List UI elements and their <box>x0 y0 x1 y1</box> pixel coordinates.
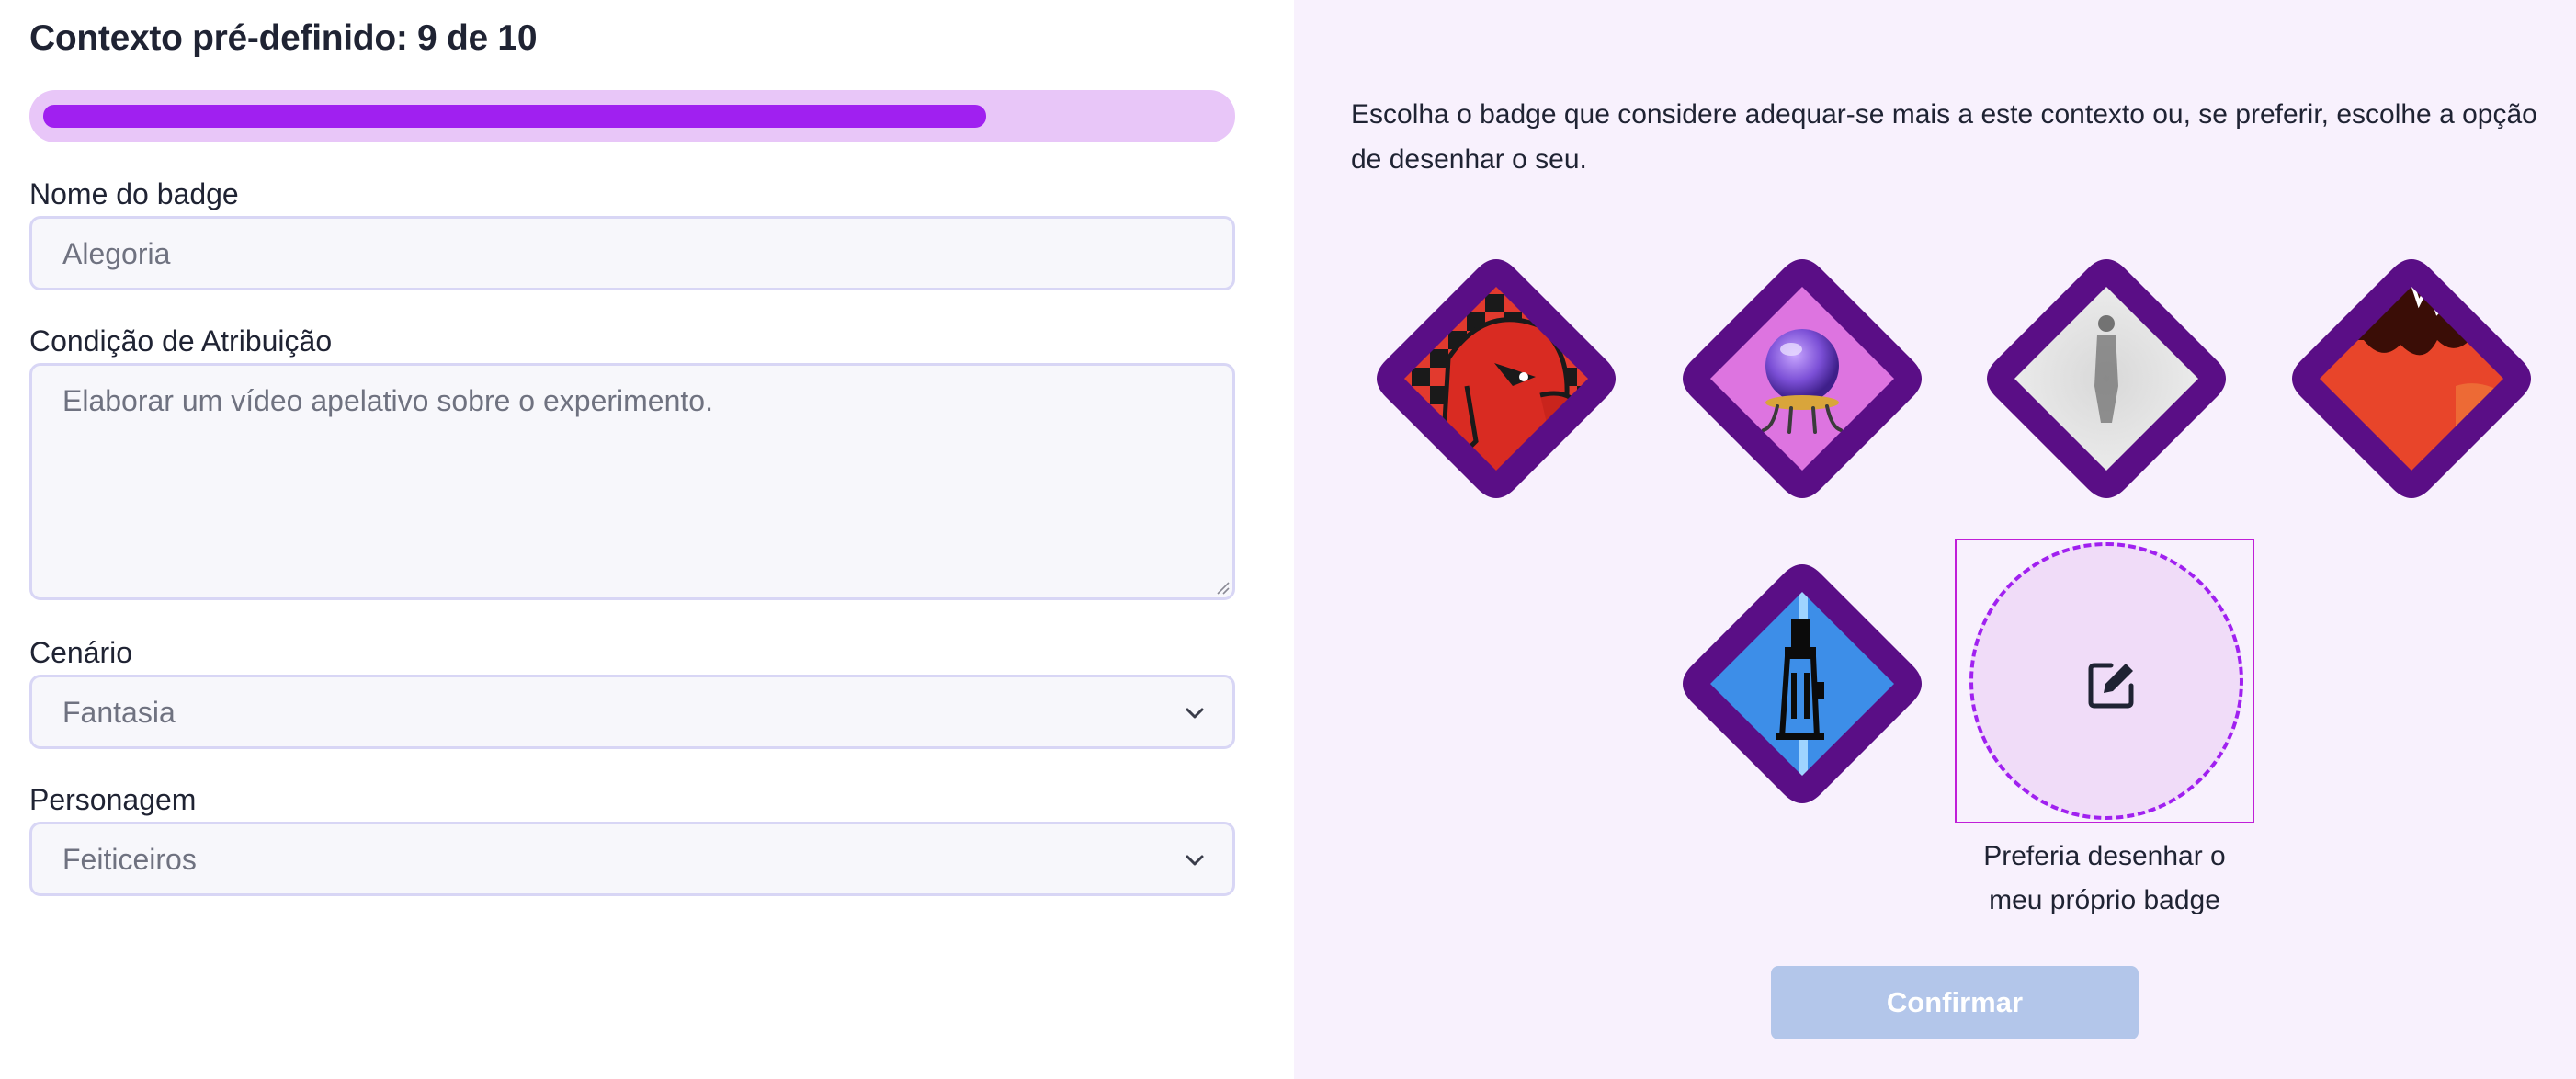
badge-name-input[interactable]: Alegoria <box>29 216 1235 290</box>
badge-option-2[interactable] <box>1662 239 1942 518</box>
custom-badge-label: Preferia desenhar o meu próprio badge <box>1983 841 2226 915</box>
chevron-down-icon <box>1186 855 1204 866</box>
scenario-value: Fantasia <box>62 696 176 729</box>
badge-option-4[interactable] <box>2272 239 2551 518</box>
condition-textarea[interactable]: Elaborar um vídeo apelativo sobre o expe… <box>29 363 1235 600</box>
badge-option-1[interactable] <box>1356 239 1636 518</box>
character-label: Personagem <box>29 783 197 816</box>
foggy-figure-badge-icon <box>1987 259 2226 498</box>
crystal-ball-badge-icon <box>1683 259 1922 498</box>
chevron-down-icon <box>1186 708 1204 719</box>
condition-placeholder: Elaborar um vídeo apelativo sobre o expe… <box>62 384 713 417</box>
progress-bar-fill <box>43 105 986 128</box>
condition-label: Condição de Atribuição <box>29 324 333 358</box>
page-title: Contexto pré-definido: 9 de 10 <box>29 18 538 58</box>
badge-name-placeholder: Alegoria <box>62 237 171 270</box>
scenario-label: Cenário <box>29 636 133 669</box>
badge-option-3[interactable] <box>1967 239 2246 518</box>
badge-option-5[interactable] <box>1662 544 1942 823</box>
progress-bar <box>29 90 1235 142</box>
red-landscape-badge-icon <box>2292 259 2531 498</box>
resize-handle-icon[interactable] <box>1214 579 1231 596</box>
form-panel: Contexto pré-definido: 9 de 10 Nome do b… <box>0 0 1294 1079</box>
scenario-select[interactable]: Fantasia <box>29 675 1235 749</box>
custom-badge-circle <box>1969 542 2243 820</box>
red-face-checker-badge-icon <box>1377 259 1616 498</box>
confirm-button[interactable]: Confirmar <box>1771 966 2139 1039</box>
badge-name-label: Nome do badge <box>29 177 239 210</box>
custom-badge-option[interactable] <box>1955 539 2254 823</box>
character-select[interactable]: Feiticeiros <box>29 822 1235 896</box>
edit-icon <box>2088 663 2134 709</box>
instructions-text: Escolha o badge que considere adequar-se… <box>1351 99 2537 175</box>
character-value: Feiticeiros <box>62 843 197 876</box>
pixel-wizard-badge-icon <box>1683 564 1922 803</box>
